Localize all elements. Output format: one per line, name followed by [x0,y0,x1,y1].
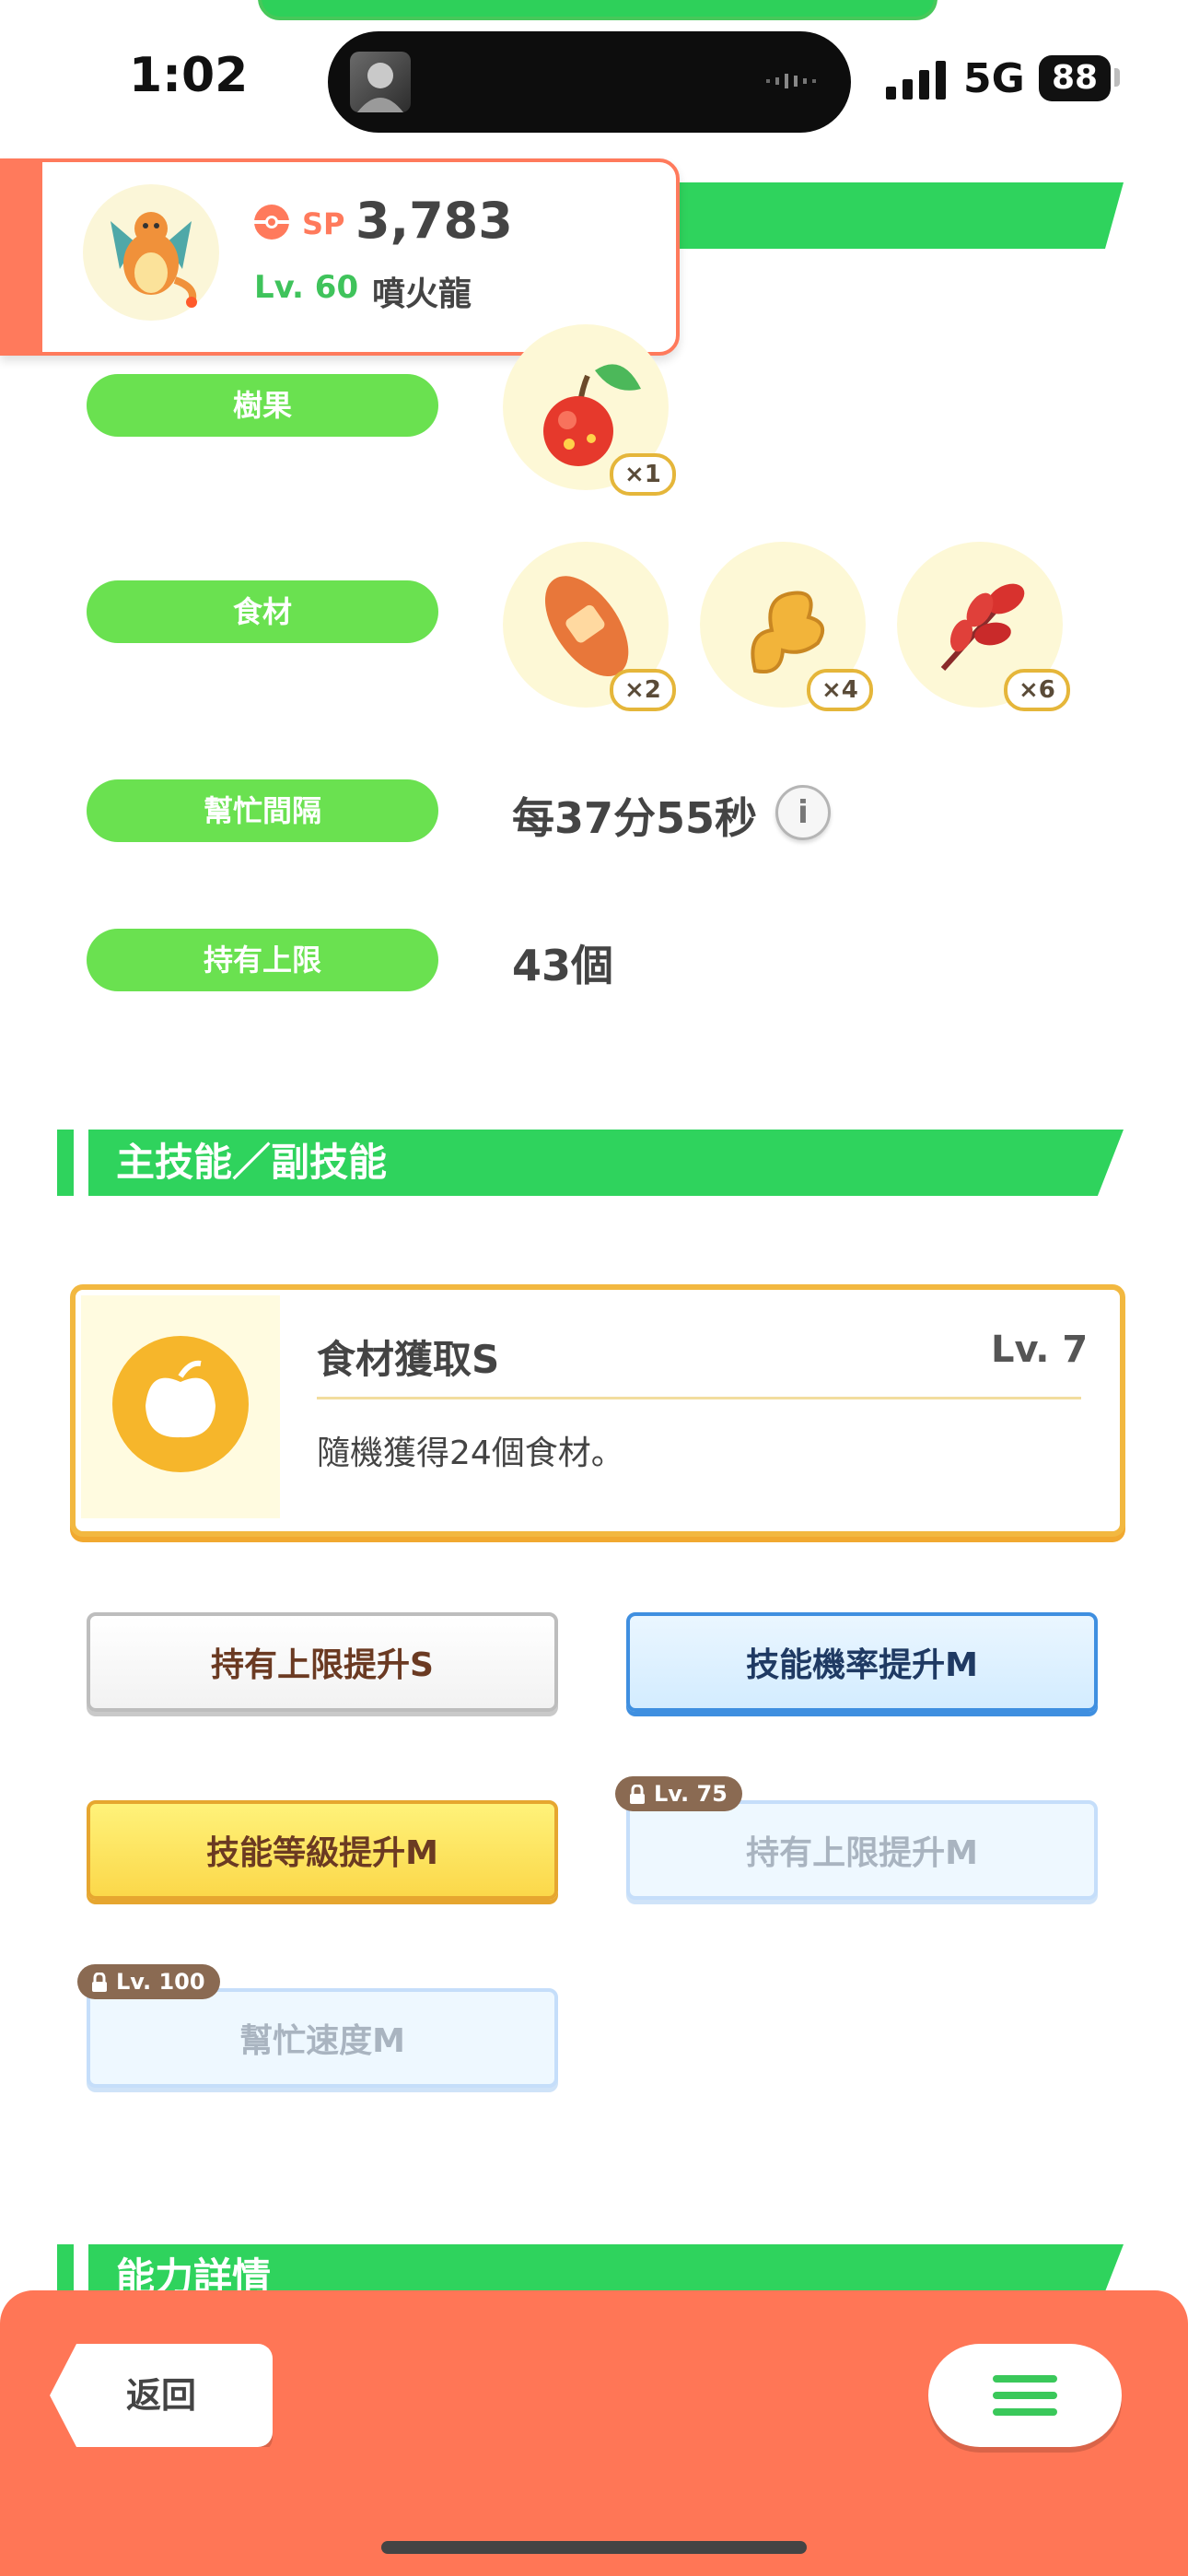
berry-qty-badge: ×1 [610,453,676,496]
unlock-level-text: Lv. 100 [116,1969,205,1995]
pokemon-name: 噴火龍 [372,275,472,313]
unlock-level-badge: Lv. 100 [77,1964,220,1999]
section-header-band [663,182,1124,249]
menu-icon-line [993,2375,1057,2383]
skills-section-header: 主技能／副技能 [57,1130,1124,1196]
main-skill-level: Lv. 7 [991,1329,1089,1371]
help-interval-value: 每37分55秒 [512,793,758,843]
lock-icon [630,1785,645,1804]
sub-skill-button-locked[interactable]: 持有上限提升M [626,1800,1098,1900]
charizard-icon [83,184,219,321]
main-skill-name: 食材獲取S [317,1337,500,1382]
card-accent-stripe [4,162,42,352]
menu-button[interactable] [928,2344,1122,2447]
ingredient-qty-badge: ×6 [1004,669,1070,711]
battery-indicator: 88 [1039,55,1111,101]
battery-tip [1114,68,1120,87]
main-skill-divider [317,1397,1081,1399]
sub-skill-button[interactable]: 技能機率提升M [626,1612,1098,1712]
sp-label: SP [302,206,345,241]
info-icon[interactable]: i [775,785,831,840]
apple-icon [112,1336,249,1472]
ingredient-label: 食材 [87,580,438,643]
ingredient-qty-badge: ×2 [610,669,676,711]
lock-icon [92,1973,107,1992]
carry-limit-label: 持有上限 [87,929,438,991]
home-indicator[interactable] [381,2541,807,2554]
header-mark [57,1130,74,1196]
carry-limit-value: 43個 [512,941,614,990]
skills-section-title: 主技能／副技能 [116,1140,388,1185]
help-interval-label: 幫忙間隔 [87,779,438,842]
sp-pokeball-icon [254,205,289,240]
top-edge-decoration [258,0,938,20]
sp-value: 3,783 [355,192,513,250]
back-button[interactable]: 返回 [50,2344,273,2447]
live-activity-avatar [350,52,411,112]
signal-icon [886,61,946,100]
sub-skill-button[interactable]: 技能等級提升M [87,1800,558,1900]
menu-icon-line [993,2408,1057,2416]
unlock-level-badge: Lv. 75 [615,1776,742,1811]
sub-skill-button-locked[interactable]: 幫忙速度M [87,1988,558,2088]
status-time: 1:02 [129,48,249,103]
network-type: 5G [963,55,1025,102]
berry-label: 樹果 [87,374,438,437]
ingredient-qty-badge: ×4 [807,669,873,711]
menu-icon-line [993,2392,1057,2399]
main-skill-description: 隨機獲得24個食材。 [317,1434,624,1472]
audio-wave-icon [766,74,816,88]
sub-skill-button[interactable]: 持有上限提升S [87,1612,558,1712]
unlock-level-text: Lv. 75 [654,1781,728,1807]
pokemon-level: Lv. 60 [254,269,359,306]
